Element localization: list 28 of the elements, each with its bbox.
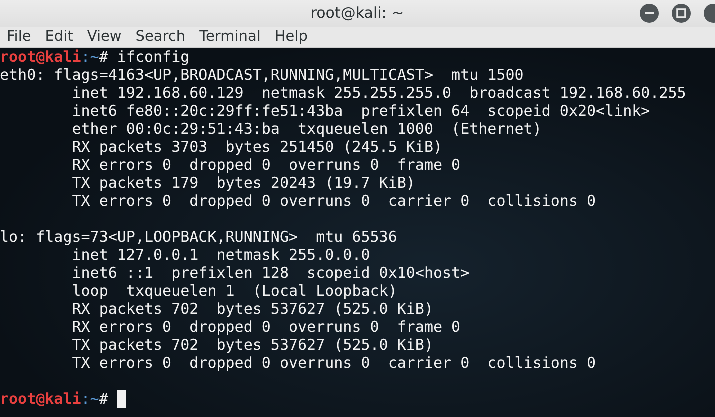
- menu-item[interactable]: Edit: [38, 26, 80, 48]
- shell-prompt: root@kali:~#: [0, 390, 108, 408]
- minimize-icon[interactable]: [640, 4, 659, 23]
- output-line: RX errors 0 dropped 0 overruns 0 frame 0: [71, 318, 461, 336]
- output-line: RX errors 0 dropped 0 overruns 0 frame 0: [71, 156, 461, 174]
- output-line: inet 127.0.0.1 netmask 255.0.0.0: [71, 246, 370, 264]
- window-title: root@kali: ~: [310, 3, 404, 24]
- output-line: inet6 ::1 prefixlen 128 scopeid 0x10<host>: [71, 264, 470, 282]
- shell-prompt: root@kali:~#: [0, 48, 108, 66]
- output-line: TX errors 0 dropped 0 overruns 0 carrier 0 collisions 0: [71, 192, 596, 210]
- output-line: loop txqueuelen 1 (Local Loopback): [71, 282, 398, 300]
- output-line: ether 00:0c:29:51:43:ba txqueuelen 1000 (Ethernet): [71, 120, 542, 138]
- output-line: TX packets 702 bytes 537627 (525.0 KiB): [71, 336, 434, 354]
- command-text: ifconfig: [117, 48, 190, 66]
- menu-item[interactable]: Search: [128, 26, 193, 48]
- output-line: TX errors 0 dropped 0 overruns 0 carrier 0 collisions 0: [71, 354, 596, 372]
- menu-item[interactable]: Help: [268, 26, 315, 48]
- output-line: lo: flags=73<UP,LOOPBACK,RUNNING> mtu 65536: [0, 228, 398, 246]
- menu-item[interactable]: View: [80, 26, 129, 48]
- menu-item[interactable]: Terminal: [192, 26, 268, 48]
- output-line: eth0: flags=4163<UP,BROADCAST,RUNNING,MULTICAST> mtu 1500: [0, 66, 524, 84]
- output-line: TX packets 179 bytes 20243 (19.7 KiB): [71, 174, 416, 192]
- output-line: RX packets 3703 bytes 251450 (245.5 KiB): [71, 138, 443, 156]
- output-line: inet 192.168.60.129 netmask 255.255.255.0 broadcast 192.168.60.255: [71, 84, 686, 102]
- maximize-icon[interactable]: [672, 4, 691, 23]
- menu-item[interactable]: File: [0, 26, 38, 48]
- output-line: inet6 fe80::20c:29ff:fe51:43ba prefixlen 64 scopeid 0x20<link>: [71, 102, 650, 120]
- output-line: RX packets 702 bytes 537627 (525.0 KiB): [71, 300, 434, 318]
